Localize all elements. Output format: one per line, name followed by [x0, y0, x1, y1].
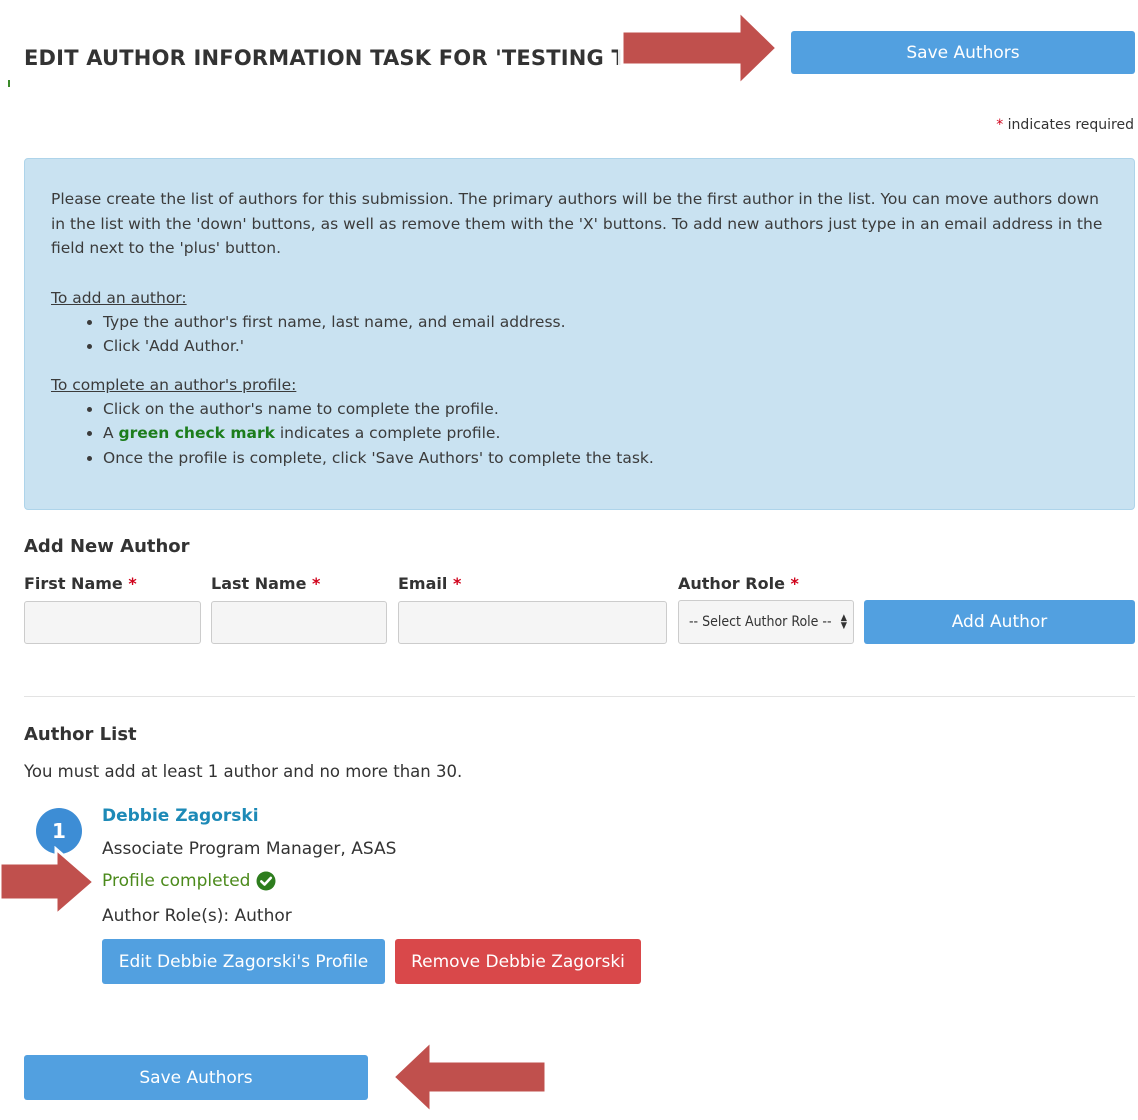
author-role-label: Author Role *: [678, 574, 799, 593]
author-roles: Author Role(s): Author: [102, 906, 292, 926]
email-label: Email *: [398, 574, 461, 593]
save-authors-button-top[interactable]: Save Authors: [791, 31, 1135, 74]
first-name-label-text: First Name: [24, 574, 123, 593]
required-star: *: [790, 574, 799, 593]
required-star: *: [452, 574, 462, 593]
instructions-panel: Please create the list of authors for th…: [24, 158, 1135, 510]
profile-status: Profile completed: [102, 871, 276, 891]
last-name-input[interactable]: [211, 601, 387, 644]
email-input[interactable]: [398, 601, 667, 644]
author-role-label-text: Author Role: [678, 574, 785, 593]
add-author-step: Type the author's first name, last name,…: [103, 310, 1108, 335]
left-edge-mark: [8, 80, 10, 87]
section-divider: [24, 696, 1135, 697]
annotation-arrow-left-icon: [390, 1037, 548, 1117]
profile-step: Click on the author's name to complete t…: [103, 397, 1108, 422]
add-author-instructions-heading: To add an author:: [51, 288, 187, 307]
author-title: Associate Program Manager, ASAS: [102, 839, 397, 859]
author-list-note: You must add at least 1 author and no mo…: [24, 762, 463, 781]
profile-step: Once the profile is complete, click 'Sav…: [103, 446, 1108, 471]
required-note-text: indicates required: [1003, 117, 1134, 133]
add-author-button[interactable]: Add Author: [864, 600, 1135, 644]
annotation-arrow-right-icon: [0, 846, 97, 918]
annotation-arrow-right-icon: [618, 7, 780, 89]
add-author-steps: Type the author's first name, last name,…: [51, 310, 1108, 359]
author-list-heading: Author List: [24, 724, 137, 745]
author-role-selected-value: -- Select Author Role --: [689, 614, 832, 630]
profile-steps: Click on the author's name to complete t…: [51, 397, 1108, 471]
save-authors-button-bottom[interactable]: Save Authors: [24, 1055, 368, 1100]
required-star: *: [312, 574, 321, 593]
remove-author-button[interactable]: Remove Debbie Zagorski: [395, 939, 641, 984]
add-new-author-heading: Add New Author: [24, 536, 190, 557]
first-name-label: First Name *: [24, 574, 137, 593]
email-label-text: Email: [398, 574, 448, 593]
last-name-label-text: Last Name: [211, 574, 307, 593]
author-role-select[interactable]: -- Select Author Role -- ▲ ▼: [678, 600, 854, 644]
add-author-step: Click 'Add Author.': [103, 334, 1108, 359]
check-circle-icon: [256, 871, 276, 891]
profile-instructions-heading: To complete an author's profile:: [51, 375, 297, 394]
profile-status-text: Profile completed: [102, 871, 251, 891]
last-name-label: Last Name *: [211, 574, 320, 593]
profile-step: A green check mark indicates a complete …: [103, 421, 1108, 446]
select-updown-icon: ▲ ▼: [840, 613, 847, 631]
required-note: * indicates required: [996, 117, 1134, 133]
profile-step-prefix: A: [103, 424, 119, 442]
first-name-input[interactable]: [24, 601, 201, 644]
required-star: *: [128, 574, 137, 593]
instructions-intro: Please create the list of authors for th…: [51, 190, 1103, 257]
profile-step-suffix: indicates a complete profile.: [274, 424, 501, 442]
author-name-link[interactable]: Debbie Zagorski: [102, 806, 259, 826]
edit-profile-button[interactable]: Edit Debbie Zagorski's Profile: [102, 939, 385, 984]
green-check-mark-text: green check mark: [118, 424, 275, 442]
